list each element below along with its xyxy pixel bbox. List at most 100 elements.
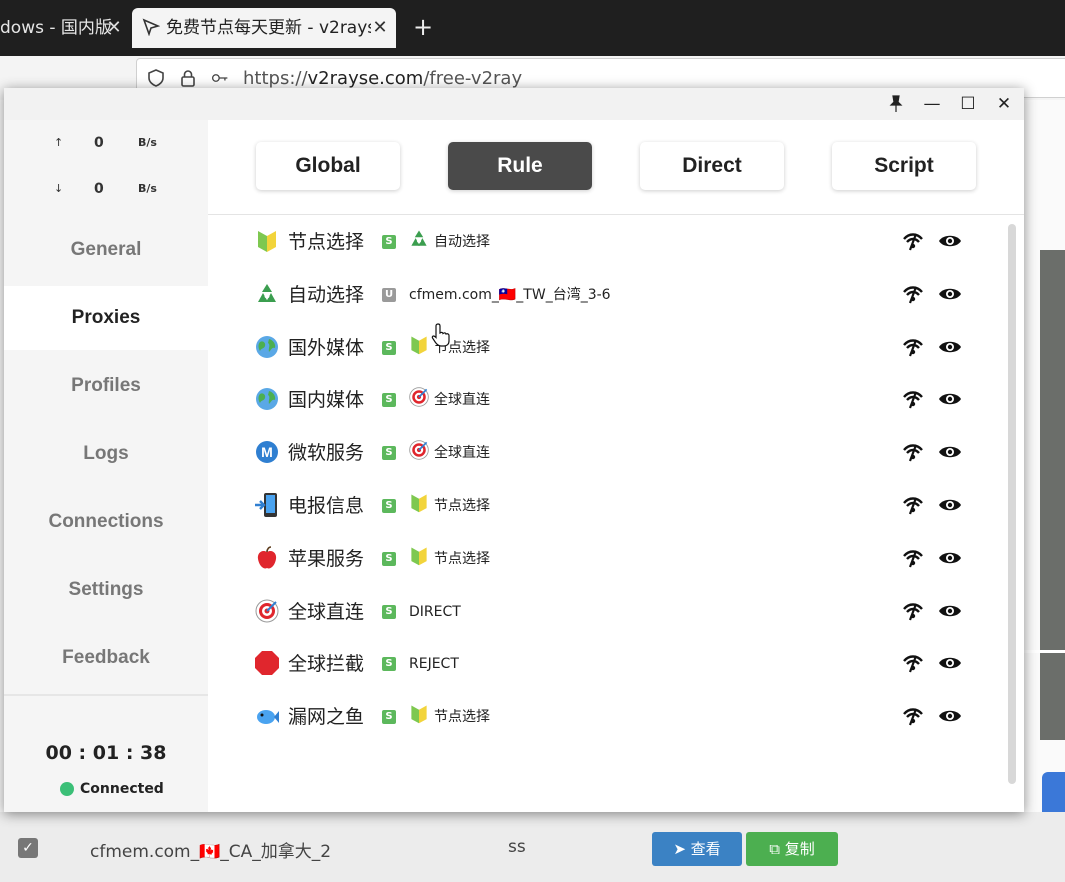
background-image [1040,250,1065,740]
latency-test-icon[interactable] [902,231,924,251]
beginner-icon [408,334,430,356]
download-speed: ↓ 0 B/s [4,174,208,204]
status-text: Connected [80,781,164,797]
eye-icon[interactable] [938,601,962,621]
latency-test-icon[interactable] [902,601,924,621]
eye-icon[interactable] [938,337,962,357]
proxy-group-row[interactable]: 漏网之鱼 S 节点选择 [208,691,1008,743]
background-node-type: ss [508,837,526,857]
proxy-group-row[interactable]: 全球拦截 S REJECT [208,638,1008,690]
group-type-badge: S [382,657,396,672]
group-type-badge: S [382,710,396,725]
selected-proxy[interactable]: 全球直连 [434,427,490,479]
eye-icon[interactable] [938,548,962,568]
tab-close-icon[interactable]: ✕ [370,8,390,48]
group-type-badge: S [382,499,396,513]
sidebar-item-general[interactable]: General [4,218,208,282]
latency-test-icon[interactable] [902,495,924,515]
fish-icon [254,703,280,729]
selected-proxy[interactable]: 全球直连 [434,374,490,426]
metro-icon: M [254,439,280,465]
eye-icon[interactable] [938,706,962,726]
lock-icon [181,70,195,87]
mode-rule-button[interactable]: Rule [448,142,592,190]
sidebar-item-feedback[interactable]: Feedback [4,626,208,690]
new-tab-button[interactable]: + [410,12,436,42]
apple-icon [254,545,280,571]
proxy-group-row[interactable]: 苹果服务 S 节点选择 [208,533,1008,585]
selected-proxy[interactable]: REJECT [409,638,459,690]
latency-test-icon[interactable] [902,284,924,304]
target-icon [408,439,430,461]
group-name: 全球拦截 [288,653,365,676]
eye-icon[interactable] [938,389,962,409]
download-value: 0 [94,181,104,197]
sidebar-item-connections[interactable]: Connections [4,490,208,554]
proxy-group-row[interactable]: 国外媒体 S 节点选择 [208,322,1008,374]
hand-cursor-icon [431,323,450,347]
maximize-button[interactable]: ☐ [956,92,980,116]
globe-icon [254,334,280,360]
sidebar-item-profiles[interactable]: Profiles [4,354,208,418]
group-type-badge: S [382,446,396,461]
group-name: 微软服务 [288,442,365,465]
eye-icon[interactable] [938,231,962,251]
group-type-badge: S [382,604,396,619]
mode-script-button[interactable]: Script [832,142,976,190]
proxies-panel: Global Rule Direct Script 节点选择 S 自动选择 自动选择 U… [208,120,1024,812]
sidebar-item-proxies[interactable]: Proxies [4,286,208,350]
selected-proxy[interactable]: 自动选择 [434,216,490,268]
group-name: 国内媒体 [288,389,365,412]
eye-icon[interactable] [938,442,962,462]
selected-proxy[interactable]: 节点选择 [434,691,490,743]
minimize-button[interactable]: — [920,92,944,116]
shield-icon [148,69,164,87]
latency-test-icon[interactable] [902,548,924,568]
mode-direct-button[interactable]: Direct [640,142,784,190]
latency-test-icon[interactable] [902,653,924,673]
eye-icon[interactable] [938,653,962,673]
mode-global-button[interactable]: Global [256,142,400,190]
group-type-badge: S [382,340,396,355]
pin-icon[interactable] [884,92,908,116]
scrollbar[interactable] [1008,224,1016,784]
selected-proxy[interactable]: 节点选择 [434,533,490,585]
view-button[interactable]: ➤ 查看 [652,832,742,866]
selected-proxy[interactable]: 节点选择 [434,480,490,532]
row-checkbox[interactable]: ✓ [18,838,38,858]
background-node-name: cfmem.com_🇨🇦_CA_加拿大_2 [90,842,332,862]
group-name: 国外媒体 [288,336,365,359]
copy-button[interactable]: ⧉ 复制 [746,832,838,866]
browser-tab-active[interactable]: 免费节点每天更新 - v2rays ✕ [132,8,396,48]
group-type-badge: S [382,235,396,249]
recycle-icon [254,281,280,307]
upload-arrow-icon: ↑ [54,136,64,149]
group-name: 节点选择 [288,231,365,253]
proxy-group-row[interactable]: 自动选择 Ucfmem.com_🇹🇼_TW_台湾_3-6 [208,269,1008,321]
latency-test-icon[interactable] [902,389,924,409]
latency-test-icon[interactable] [902,706,924,726]
selected-proxy[interactable]: DIRECT [409,586,461,638]
browser-tab-inactive[interactable]: dows - 国内版 ✕ [0,8,130,48]
latency-test-icon[interactable] [902,442,924,462]
close-button[interactable]: ✕ [992,92,1016,116]
target-icon [254,598,280,624]
sidebar-item-logs[interactable]: Logs [4,422,208,486]
tab-close-icon[interactable]: ✕ [104,8,124,48]
selected-proxy[interactable]: cfmem.com_🇹🇼_TW_台湾_3-6 [409,269,611,321]
window-titlebar[interactable]: — ☐ ✕ [4,88,1024,120]
proxy-group-row[interactable]: 全球直连 S DIRECT [208,586,1008,638]
sidebar-item-settings[interactable]: Settings [4,558,208,622]
recycle-icon [408,228,430,250]
proxy-group-row[interactable]: 国内媒体 S 全球直连 [208,374,1008,426]
latency-test-icon[interactable] [902,337,924,357]
pin-glyph [889,95,903,112]
proxy-group-row[interactable]: 电报信息 S 节点选择 [208,480,1008,532]
beginner-icon [408,492,430,514]
eye-icon[interactable] [938,495,962,515]
group-type-badge: U [382,287,396,302]
proxy-group-row[interactable]: 节点选择 S 自动选择 [208,216,1008,268]
globe-icon [254,386,280,412]
proxy-group-row[interactable]: M 微软服务 S 全球直连 [208,427,1008,479]
eye-icon[interactable] [938,284,962,304]
